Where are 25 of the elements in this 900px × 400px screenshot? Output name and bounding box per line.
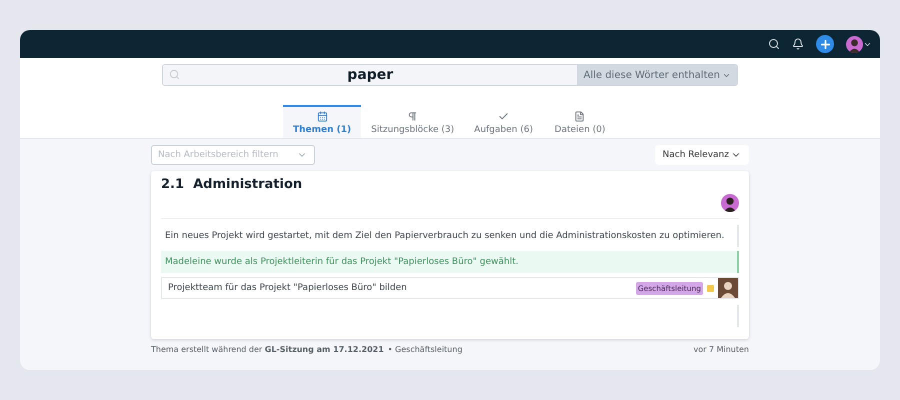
avatar: [721, 194, 739, 212]
pilcrow-icon: [407, 111, 418, 122]
tab[interactable]: Aufgaben (6): [464, 105, 543, 138]
plus-icon: [818, 38, 832, 50]
topic-title: 2.1 Administration: [161, 177, 304, 192]
check-icon: [498, 111, 510, 122]
avatar: [846, 36, 863, 52]
created-info: Thema erstellt während der GL-Sitzung am 17.12.2021: [151, 345, 384, 354]
group-name: • Geschäftsleitung: [388, 345, 464, 354]
decision-text: Madeleine wurde als Projektleiterin für das Projekt "Papierloses Büro" gewählt.: [161, 251, 739, 273]
document-icon: [574, 111, 586, 122]
task-text: Projektteam für das Projekt "Papierloses Büro" bilden: [168, 283, 408, 293]
sort-dropdown[interactable]: Nach Relevanz: [654, 145, 749, 165]
topic-text: Ein neues Projekt wird gestartet, mit dem Ziel den Papierverbrauch zu senken und die Administrationskosten zu optimieren.: [161, 225, 739, 247]
search-button[interactable]: [768, 38, 780, 50]
calendar-icon: [316, 111, 328, 122]
workspace-filter-field[interactable]: Nach Arbeitsbereich filtern: [151, 145, 315, 165]
tab[interactable]: Themen (1): [283, 105, 362, 138]
bell-button[interactable]: [792, 38, 804, 50]
avatar: [718, 278, 738, 298]
add-button[interactable]: [816, 35, 834, 53]
tab[interactable]: Dateien (0): [542, 105, 617, 138]
avatar-menu-button[interactable]: [846, 36, 872, 52]
tab[interactable]: Sitzungsblöcke (3): [361, 105, 464, 138]
time-ago: vor 7 Minuten: [694, 345, 749, 354]
